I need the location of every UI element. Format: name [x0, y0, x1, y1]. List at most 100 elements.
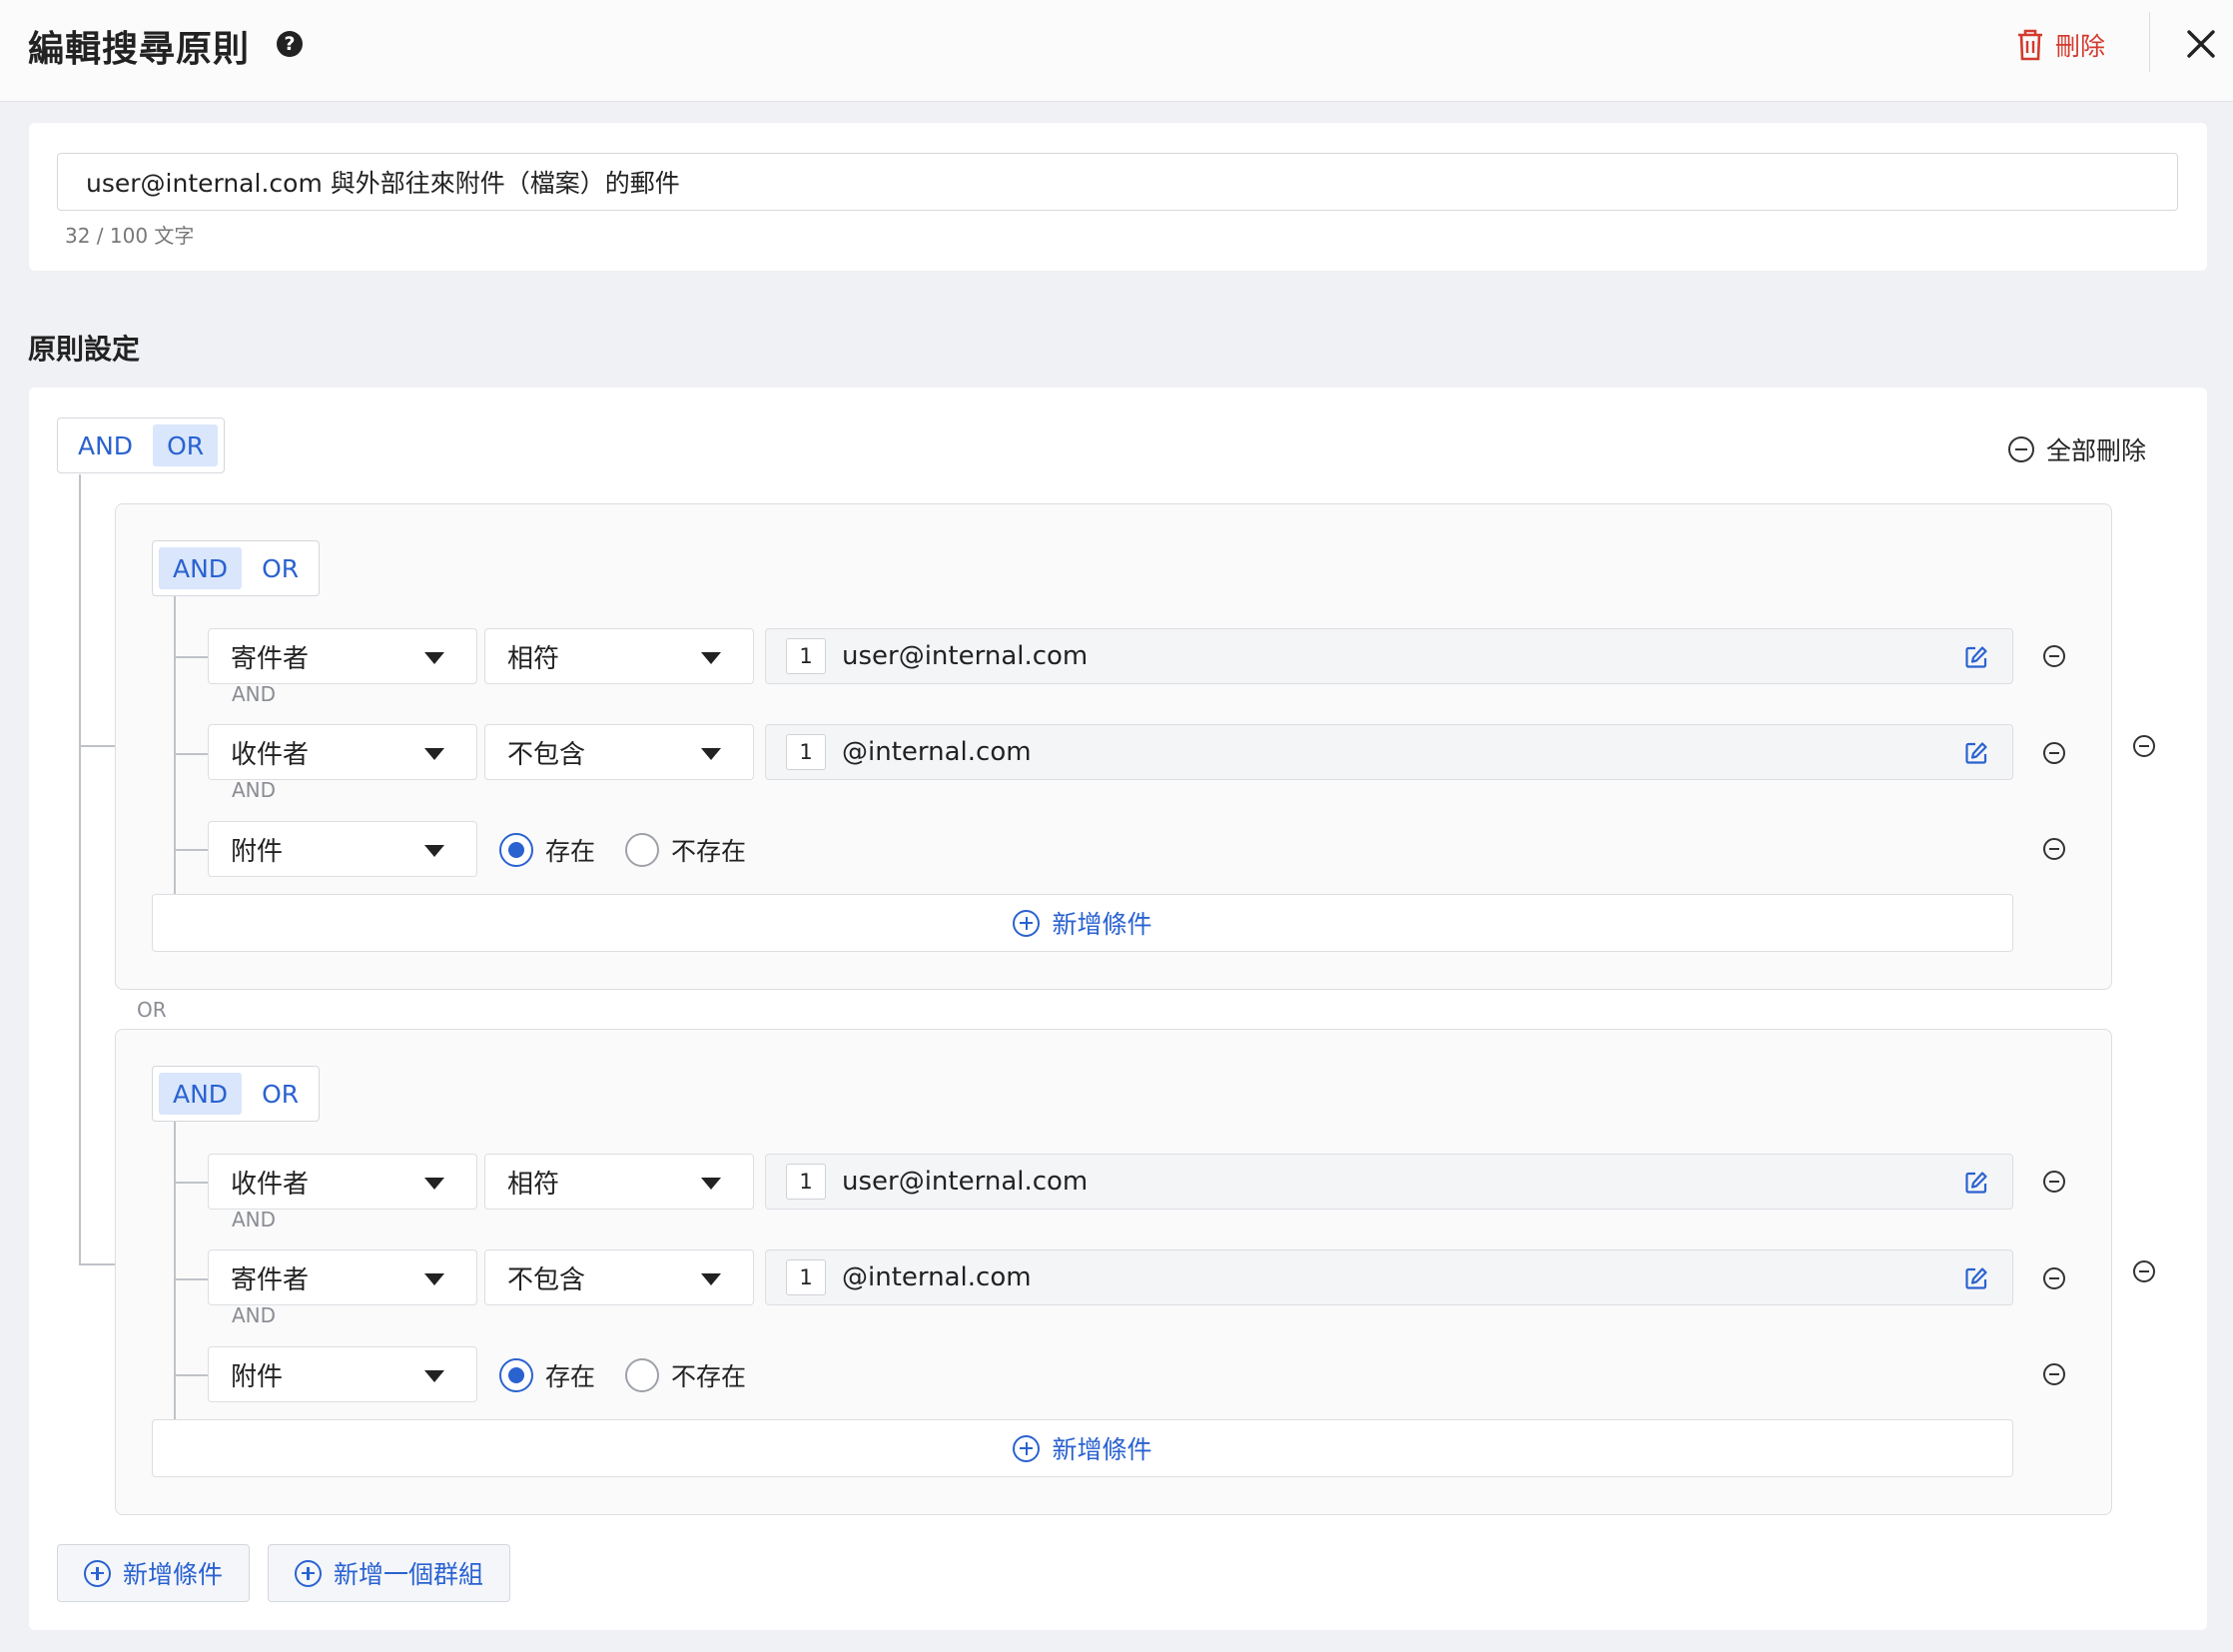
plus-circle-icon — [295, 1559, 322, 1587]
group-logic-toggle: AND OR — [152, 1066, 321, 1122]
field-select[interactable]: 收件者 — [208, 1154, 477, 1210]
and-connector-label: AND — [232, 778, 277, 802]
condition-value-text: user@internal.com — [842, 641, 1089, 671]
operator-select-value: 相符 — [507, 1169, 560, 1200]
remove-condition-icon[interactable] — [2043, 1171, 2065, 1193]
radio-exists-label: 存在 — [545, 1362, 596, 1391]
caret-down-icon — [424, 1370, 444, 1382]
operator-select-value: 相符 — [507, 643, 560, 674]
caret-down-icon — [701, 652, 721, 664]
root-tree-branch — [79, 745, 115, 747]
group-tree-branch — [174, 1374, 208, 1376]
caret-down-icon — [424, 748, 444, 760]
edit-icon[interactable] — [1964, 645, 1988, 669]
condition-group: AND OR 收件者 相符 1 user@internal.com AND 寄件… — [115, 1029, 2112, 1515]
condition-value-text: user@internal.com — [842, 1167, 1089, 1197]
add-root-condition-button[interactable]: 新增條件 — [57, 1544, 251, 1602]
value-count-badge: 1 — [786, 638, 826, 674]
field-select-value: 附件 — [231, 1361, 284, 1392]
add-root-condition-label: 新增條件 — [123, 1560, 224, 1589]
remove-group-icon[interactable] — [2133, 1260, 2155, 1282]
rule-name-input[interactable] — [57, 153, 2178, 211]
add-condition-label: 新增條件 — [1052, 1435, 1152, 1464]
group-or-option[interactable]: OR — [248, 547, 313, 589]
condition-value-text: @internal.com — [842, 1262, 1032, 1292]
close-icon[interactable] — [2183, 24, 2219, 64]
caret-down-icon — [701, 1273, 721, 1285]
radio-not-exists-label: 不存在 — [671, 1362, 747, 1391]
remove-condition-icon[interactable] — [2043, 742, 2065, 764]
trash-icon — [2018, 29, 2042, 61]
rules-card: AND OR 全部刪除 AND OR 寄件者 相符 1 user@interna… — [29, 388, 2207, 1630]
group-tree-line — [174, 1122, 176, 1431]
add-group-button[interactable]: 新增一個群組 — [268, 1544, 511, 1602]
operator-select[interactable]: 相符 — [484, 1154, 754, 1210]
operator-select-value: 不包含 — [507, 1264, 586, 1295]
remove-group-icon[interactable] — [2133, 735, 2155, 757]
caret-down-icon — [424, 652, 444, 664]
group-and-option[interactable]: AND — [159, 547, 243, 589]
field-select[interactable]: 寄件者 — [208, 1249, 477, 1305]
root-logic-toggle: AND OR — [57, 417, 226, 473]
field-select-value: 附件 — [231, 836, 284, 867]
section-title: 原則設定 — [28, 333, 141, 366]
add-group-label: 新增一個群組 — [334, 1560, 484, 1589]
condition-group: AND OR 寄件者 相符 1 user@internal.com AND 收件… — [115, 503, 2112, 990]
root-and-option[interactable]: AND — [64, 424, 147, 466]
field-select-value: 收件者 — [231, 1169, 310, 1200]
and-connector-label: AND — [232, 682, 277, 706]
minus-circle-icon — [2008, 436, 2034, 462]
edit-icon[interactable] — [1964, 1266, 1988, 1290]
remove-condition-icon[interactable] — [2043, 1363, 2065, 1385]
delete-button[interactable]: 刪除 — [2015, 25, 2105, 65]
group-tree-branch — [174, 753, 208, 755]
dialog-header: 編輯搜尋原則 ? 刪除 — [0, 0, 2233, 102]
operator-select[interactable]: 相符 — [484, 628, 754, 684]
remove-condition-icon[interactable] — [2043, 645, 2065, 667]
condition-value[interactable]: 1 user@internal.com — [765, 628, 2013, 684]
radio-not-exists[interactable]: 不存在 — [625, 1357, 746, 1393]
condition-value[interactable]: 1 user@internal.com — [765, 1154, 2013, 1210]
radio-unchecked-icon — [625, 833, 659, 867]
help-icon[interactable]: ? — [277, 31, 303, 57]
plus-circle-icon — [84, 1559, 111, 1587]
clear-all-button[interactable]: 全部刪除 — [2008, 431, 2146, 467]
plus-circle-icon — [1013, 909, 1041, 937]
field-select[interactable]: 附件 — [208, 1346, 477, 1402]
add-condition-button[interactable]: 新增條件 — [152, 1419, 2013, 1477]
remove-condition-icon[interactable] — [2043, 838, 2065, 860]
edit-icon[interactable] — [1964, 1171, 1988, 1195]
edit-icon[interactable] — [1964, 741, 1988, 765]
and-connector-label: AND — [232, 1303, 277, 1327]
radio-exists[interactable]: 存在 — [499, 832, 595, 868]
delete-button-label: 刪除 — [2055, 32, 2106, 61]
value-count-badge: 1 — [786, 1164, 826, 1200]
or-connector-label: OR — [137, 998, 167, 1022]
caret-down-icon — [424, 1178, 444, 1190]
field-select[interactable]: 附件 — [208, 821, 477, 877]
group-tree-branch — [174, 849, 208, 851]
page-title: 編輯搜尋原則 — [28, 29, 251, 70]
remove-condition-icon[interactable] — [2043, 1267, 2065, 1289]
and-connector-label: AND — [232, 1208, 277, 1232]
root-or-option[interactable]: OR — [153, 424, 219, 466]
group-or-option[interactable]: OR — [248, 1073, 313, 1115]
group-tree-branch — [174, 1278, 208, 1280]
field-select[interactable]: 收件者 — [208, 724, 477, 780]
operator-select[interactable]: 不包含 — [484, 724, 754, 780]
radio-not-exists[interactable]: 不存在 — [625, 832, 746, 868]
condition-value[interactable]: 1 @internal.com — [765, 724, 2013, 780]
field-select-value: 寄件者 — [231, 643, 310, 674]
group-and-option[interactable]: AND — [159, 1073, 243, 1115]
field-select-value: 收件者 — [231, 739, 310, 770]
caret-down-icon — [424, 845, 444, 857]
radio-exists[interactable]: 存在 — [499, 1357, 595, 1393]
operator-select[interactable]: 不包含 — [484, 1249, 754, 1305]
field-select[interactable]: 寄件者 — [208, 628, 477, 684]
condition-value-text: @internal.com — [842, 737, 1032, 767]
header-divider — [2149, 12, 2150, 72]
condition-value[interactable]: 1 @internal.com — [765, 1249, 2013, 1305]
add-condition-button[interactable]: 新增條件 — [152, 894, 2013, 952]
group-tree-branch — [174, 1182, 208, 1184]
caret-down-icon — [701, 748, 721, 760]
